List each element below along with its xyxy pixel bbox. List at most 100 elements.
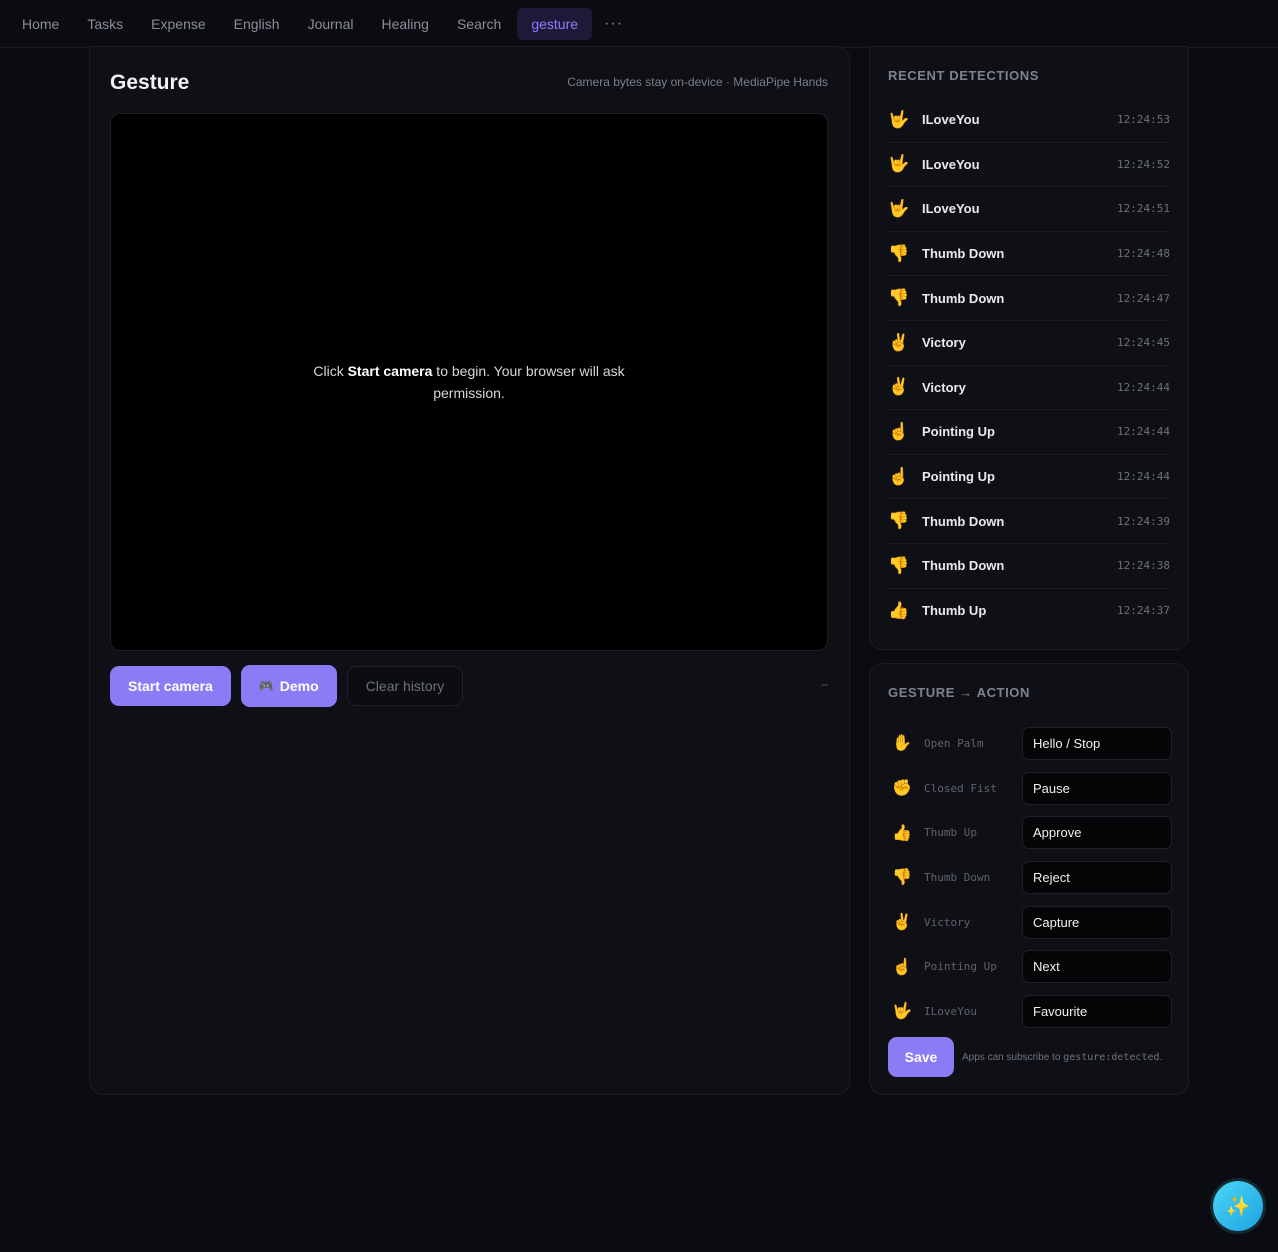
mapping-row: ✋ Open Palm	[888, 721, 1172, 766]
detection-time: 12:24:47	[1117, 291, 1170, 305]
action-input[interactable]	[1022, 771, 1172, 805]
nav-expense[interactable]: Expense	[137, 8, 219, 40]
detection-row: 👎 Thumb Down 12:24:39	[888, 499, 1170, 544]
detection-row: 🤟 ILoveYou 12:24:53	[888, 98, 1170, 143]
privacy-note: Camera bytes stay on-device · MediaPipe …	[567, 75, 828, 89]
action-input[interactable]	[1022, 994, 1172, 1028]
detection-name: Victory	[922, 335, 966, 351]
mapping-row: 👎 Thumb Down	[888, 855, 1172, 900]
detection-time: 12:24:38	[1117, 559, 1170, 573]
gesture-emoji-icon: 🤟	[888, 198, 910, 218]
nav-english[interactable]: English	[220, 8, 294, 40]
recent-detections-heading: RECENT DETECTIONS	[888, 68, 1040, 83]
more-menu-icon[interactable]: ···	[592, 15, 635, 33]
gesture-label: ILoveYou	[924, 1004, 977, 1018]
mapping-row: ✌️ Victory	[888, 900, 1172, 945]
detection-list: 🤟 ILoveYou 12:24:53 🤟 ILoveYou 12:24:52 🤟 ILove…	[888, 98, 1170, 633]
detection-time: 12:24:53	[1117, 113, 1170, 127]
gesture-action-panel: GESTURE → ACTION ✋ Open Palm ✊ Closed Fist 👍…	[869, 663, 1189, 1095]
sparkles-icon: ✨	[1225, 1195, 1251, 1218]
nav-journal[interactable]: Journal	[294, 8, 368, 40]
detection-name: Thumb Down	[922, 558, 1005, 574]
detection-time: 12:24:37	[1117, 604, 1170, 618]
detection-time: 12:24:45	[1117, 336, 1170, 350]
gesture-action-heading: GESTURE → ACTION	[888, 685, 1031, 700]
detection-time: 12:24:52	[1117, 157, 1170, 171]
gamepad-icon: 🎮	[258, 679, 274, 693]
start-camera-button[interactable]: Start camera	[110, 666, 231, 706]
gesture-emoji-icon: ✊	[892, 780, 912, 798]
gesture-emoji-icon: 👍	[892, 824, 912, 842]
assistant-fab[interactable]: ✨	[1213, 1181, 1263, 1231]
mapping-row: 🤟 ILoveYou	[888, 989, 1172, 1034]
gesture-emoji-icon: ☝️	[892, 958, 912, 976]
gesture-emoji-icon: ☝️	[888, 466, 910, 486]
gesture-emoji-icon: ✌️	[892, 914, 912, 932]
clear-history-button[interactable]: Clear history	[346, 666, 464, 706]
subscribe-note: Apps can subscribe to gesture:detected.	[962, 1051, 1163, 1063]
gesture-emoji-icon: 🤟	[892, 1003, 912, 1021]
detection-name: Pointing Up	[922, 424, 995, 440]
detection-time: 12:24:44	[1117, 470, 1170, 484]
gesture-emoji-icon: 👎	[888, 243, 910, 263]
gesture-emoji-icon: ✌️	[888, 332, 910, 352]
detection-row: 👍 Thumb Up 12:24:37	[888, 589, 1170, 634]
detection-time: 12:24:51	[1117, 202, 1170, 216]
gesture-label: Thumb Up	[924, 826, 977, 840]
nav-search[interactable]: Search	[443, 8, 515, 40]
detection-row: ✌️ Victory 12:24:44	[888, 366, 1170, 411]
top-nav: Home Tasks Expense English Journal Heali…	[0, 0, 1278, 48]
detection-time: 12:24:48	[1117, 247, 1170, 261]
gesture-emoji-icon: 🤟	[888, 109, 910, 129]
mapping-list: ✋ Open Palm ✊ Closed Fist 👍 Thumb Up 👎 Thumb Do…	[888, 721, 1172, 1034]
detection-row: 👎 Thumb Down 12:24:47	[888, 276, 1170, 321]
gesture-label: Pointing Up	[924, 960, 997, 974]
gesture-label: Victory	[924, 915, 971, 929]
save-button[interactable]: Save	[888, 1037, 954, 1077]
nav-gesture[interactable]: gesture	[517, 7, 593, 40]
action-input[interactable]	[1022, 950, 1172, 984]
status-indicator: –	[821, 677, 828, 691]
detection-row: ✌️ Victory 12:24:45	[888, 321, 1170, 366]
gesture-emoji-icon: ☝️	[888, 421, 910, 441]
nav-home[interactable]: Home	[8, 8, 73, 40]
mapping-row: 👍 Thumb Up	[888, 810, 1172, 855]
detection-row: 🤟 ILoveYou 12:24:51	[888, 187, 1170, 232]
action-input[interactable]	[1022, 816, 1172, 850]
gesture-emoji-icon: 👎	[888, 555, 910, 575]
detection-name: ILoveYou	[922, 201, 980, 217]
nav-tasks[interactable]: Tasks	[73, 8, 137, 40]
detection-time: 12:24:44	[1117, 380, 1170, 394]
gesture-panel: Gesture Camera bytes stay on-device · Me…	[89, 46, 850, 1095]
detection-name: Thumb Down	[922, 513, 1005, 529]
gesture-emoji-icon: 🤟	[888, 154, 910, 174]
detection-name: Victory	[922, 379, 966, 395]
detection-name: ILoveYou	[922, 156, 980, 172]
detection-name: ILoveYou	[922, 112, 980, 128]
nav-healing[interactable]: Healing	[367, 8, 442, 40]
detection-row: 👎 Thumb Down 12:24:48	[888, 232, 1170, 277]
detection-row: ☝️ Pointing Up 12:24:44	[888, 455, 1170, 500]
detection-name: Thumb Down	[922, 246, 1005, 262]
gesture-label: Thumb Down	[924, 870, 991, 884]
demo-button[interactable]: 🎮 Demo	[240, 665, 337, 707]
detection-row: ☝️ Pointing Up 12:24:44	[888, 410, 1170, 455]
action-input[interactable]	[1022, 860, 1172, 894]
detection-name: Thumb Down	[922, 290, 1005, 306]
page-title: Gesture	[110, 71, 190, 94]
detection-time: 12:24:44	[1117, 425, 1170, 439]
gesture-emoji-icon: 👍	[888, 600, 910, 620]
gesture-emoji-icon: ✌️	[888, 377, 910, 397]
action-input[interactable]	[1022, 726, 1172, 760]
detection-row: 🤟 ILoveYou 12:24:52	[888, 143, 1170, 188]
recent-detections-panel: RECENT DETECTIONS 🤟 ILoveYou 12:24:53 🤟 ILov…	[869, 46, 1189, 650]
gesture-label: Closed Fist	[924, 781, 997, 795]
gesture-emoji-icon: 👎	[888, 511, 910, 531]
mapping-row: ✊ Closed Fist	[888, 766, 1172, 811]
gesture-emoji-icon: 👎	[888, 288, 910, 308]
action-input[interactable]	[1022, 905, 1172, 939]
detection-name: Thumb Up	[922, 603, 987, 619]
gesture-label: Open Palm	[924, 736, 984, 750]
demo-label: Demo	[279, 678, 319, 694]
gesture-emoji-icon: 👎	[892, 869, 912, 887]
